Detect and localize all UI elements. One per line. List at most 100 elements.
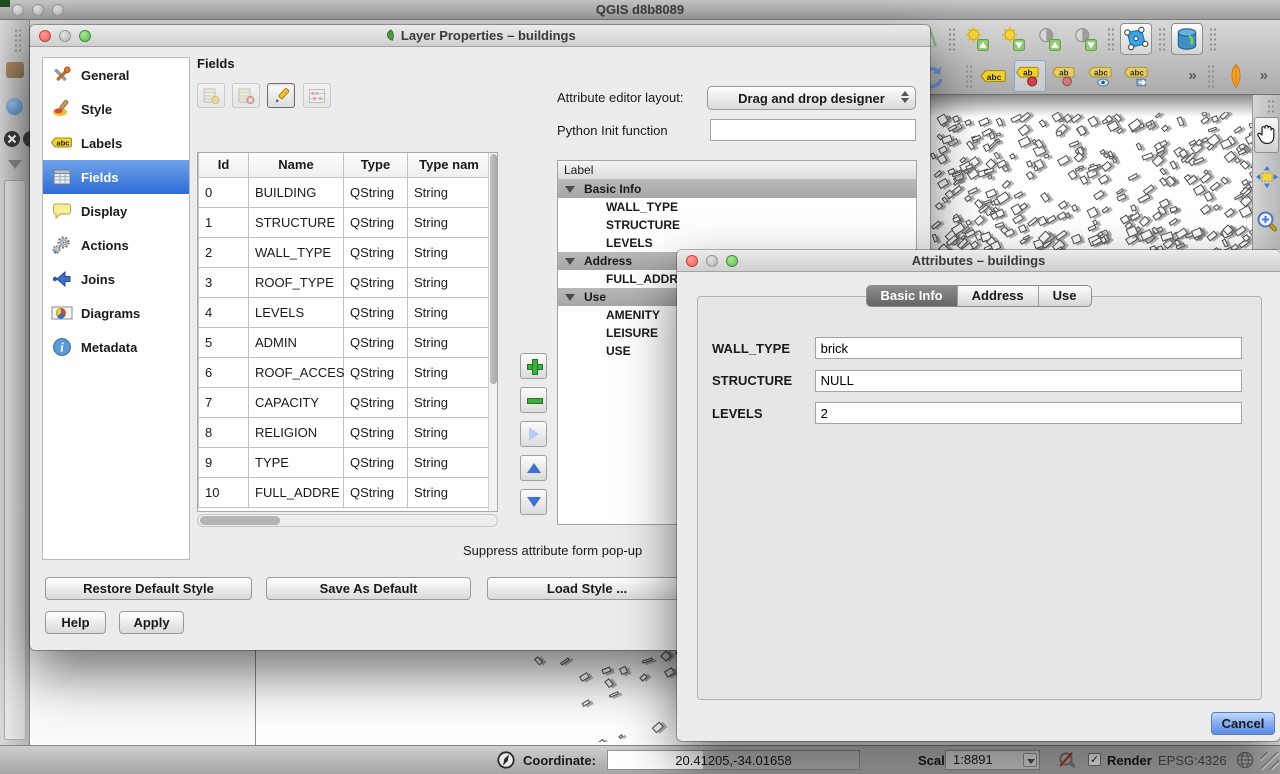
column-header-name[interactable]: Name [249,153,344,177]
apply-button[interactable]: Apply [119,611,184,634]
cell-id[interactable]: 5 [199,327,249,357]
label-visibility-icon[interactable]: abc [1086,60,1118,92]
table-row[interactable]: 2 WALL_TYPE QString String [199,237,491,267]
panel-scroll-track[interactable] [4,180,26,740]
sidebar-item-fields[interactable]: Fields [43,160,189,194]
tab[interactable]: Basic Info [866,286,956,306]
cell-id[interactable]: 8 [199,417,249,447]
cell-id[interactable]: 4 [199,297,249,327]
attributes-titlebar[interactable]: Attributes – buildings [677,250,1280,272]
toolbar-handle[interactable] [1107,27,1114,51]
cell-type[interactable]: QString [344,357,408,387]
zoom-in-icon[interactable] [1254,203,1279,239]
table-row[interactable]: 7 CAPACITY QString String [199,387,491,417]
cell-id[interactable]: 1 [199,207,249,237]
toolbar-handle[interactable] [1207,64,1214,88]
cancel-button[interactable]: Cancel [1211,712,1275,735]
toolbar-handle[interactable] [1267,99,1274,113]
toolbar-handle[interactable] [1209,27,1216,51]
cell-type-name[interactable]: String [408,177,491,207]
touch-geometry-icon[interactable] [1120,23,1152,55]
cell-type[interactable]: QString [344,387,408,417]
cell-type-name[interactable]: String [408,297,491,327]
cell-name[interactable]: LEVELS [249,297,344,327]
restore-default-style-button[interactable]: Restore Default Style [45,577,252,600]
disclosure-triangle-icon[interactable] [565,186,575,193]
new-field-button[interactable] [197,83,225,108]
cell-name[interactable]: TYPE [249,447,344,477]
cell-name[interactable]: ADMIN [249,327,344,357]
python-init-input[interactable] [710,119,916,141]
sidebar-item-actions[interactable]: Actions [43,228,189,262]
tab[interactable]: Address [957,286,1038,306]
disclosure-triangle-icon[interactable] [565,294,575,301]
cell-name[interactable]: BUILDING [249,177,344,207]
cell-id[interactable]: 6 [199,357,249,387]
add-tab-button[interactable] [520,353,547,379]
table-row[interactable]: 8 RELIGION QString String [199,417,491,447]
cell-name[interactable]: ROOF_TYPE [249,267,344,297]
cell-id[interactable]: 10 [199,477,249,507]
pan-to-selection-icon[interactable] [1254,159,1279,195]
cell-type[interactable]: QString [344,417,408,447]
partial-info-icon[interactable] [6,98,23,115]
contrast-raise-icon[interactable] [1033,23,1065,55]
sidebar-item-joins[interactable]: Joins [43,262,189,296]
field-calculator-button[interactable] [303,83,331,108]
cell-id[interactable]: 2 [199,237,249,267]
cell-type-name[interactable]: String [408,417,491,447]
cell-type-name[interactable]: String [408,387,491,417]
resize-grip[interactable] [1261,752,1279,770]
cell-name[interactable]: WALL_TYPE [249,237,344,267]
sidebar-item-diagrams[interactable]: Diagrams [43,296,189,330]
table-row[interactable]: 0 BUILDING QString String [199,177,491,207]
toolbar-overflow-chevron[interactable]: » [1254,67,1274,84]
panel-collapse-arrow[interactable] [8,160,22,169]
labeling-icon[interactable]: abc [978,60,1010,92]
cell-id[interactable]: 9 [199,447,249,477]
tree-row[interactable]: WALL_TYPE [558,198,916,216]
toolbar-handle[interactable] [1158,27,1165,51]
tab[interactable]: Use [1038,286,1091,306]
cell-type[interactable]: QString [344,267,408,297]
column-header-id[interactable]: Id [199,153,249,177]
field-value-input[interactable] [815,337,1242,359]
move-up-button[interactable] [520,455,547,481]
dropdown-arrow-icon[interactable] [1023,753,1037,767]
attribute-editor-layout-select[interactable]: Drag and drop designer [707,86,916,110]
cell-type[interactable]: QString [344,297,408,327]
sidebar-item-metadata[interactable]: i Metadata [43,330,189,364]
cell-type[interactable]: QString [344,207,408,237]
label-move-icon[interactable]: abc [1122,60,1154,92]
toolbar-handle[interactable] [948,27,955,51]
contrast-lower-icon[interactable] [1069,23,1101,55]
sidebar-item-display[interactable]: Display [43,194,189,228]
remove-tab-button[interactable] [520,387,547,413]
render-checkbox[interactable]: ✓ [1088,753,1101,766]
table-row[interactable]: 10 FULL_ADDRE QString String [199,477,491,507]
column-header-type-name[interactable]: Type nam [408,153,491,177]
table-row[interactable]: 6 ROOF_ACCES QString String [199,357,491,387]
cell-type-name[interactable]: String [408,237,491,267]
database-icon[interactable] [1171,23,1203,55]
field-value-input[interactable] [815,402,1242,424]
cell-type[interactable]: QString [344,327,408,357]
cell-type[interactable]: QString [344,177,408,207]
sidebar-item-general[interactable]: General [43,58,189,92]
load-style-button[interactable]: Load Style ... [487,577,687,600]
move-item-button[interactable] [520,421,547,447]
table-row[interactable]: 4 LEVELS QString String [199,297,491,327]
table-row[interactable]: 3 ROOF_TYPE QString String [199,267,491,297]
table-row[interactable]: 9 TYPE QString String [199,447,491,477]
raise-terrain-icon[interactable] [961,23,993,55]
cell-type-name[interactable]: String [408,327,491,357]
delete-field-button[interactable] [232,83,260,108]
scale-combo[interactable]: 1:8891 [945,750,1040,770]
cell-name[interactable]: CAPACITY [249,387,344,417]
tree-row[interactable]: Basic Info [558,180,916,198]
cell-name[interactable]: FULL_ADDRE [249,477,344,507]
cell-name[interactable]: ROOF_ACCES [249,357,344,387]
crs-globe-icon[interactable] [1235,750,1255,773]
cell-id[interactable]: 7 [199,387,249,417]
cell-type[interactable]: QString [344,477,408,507]
